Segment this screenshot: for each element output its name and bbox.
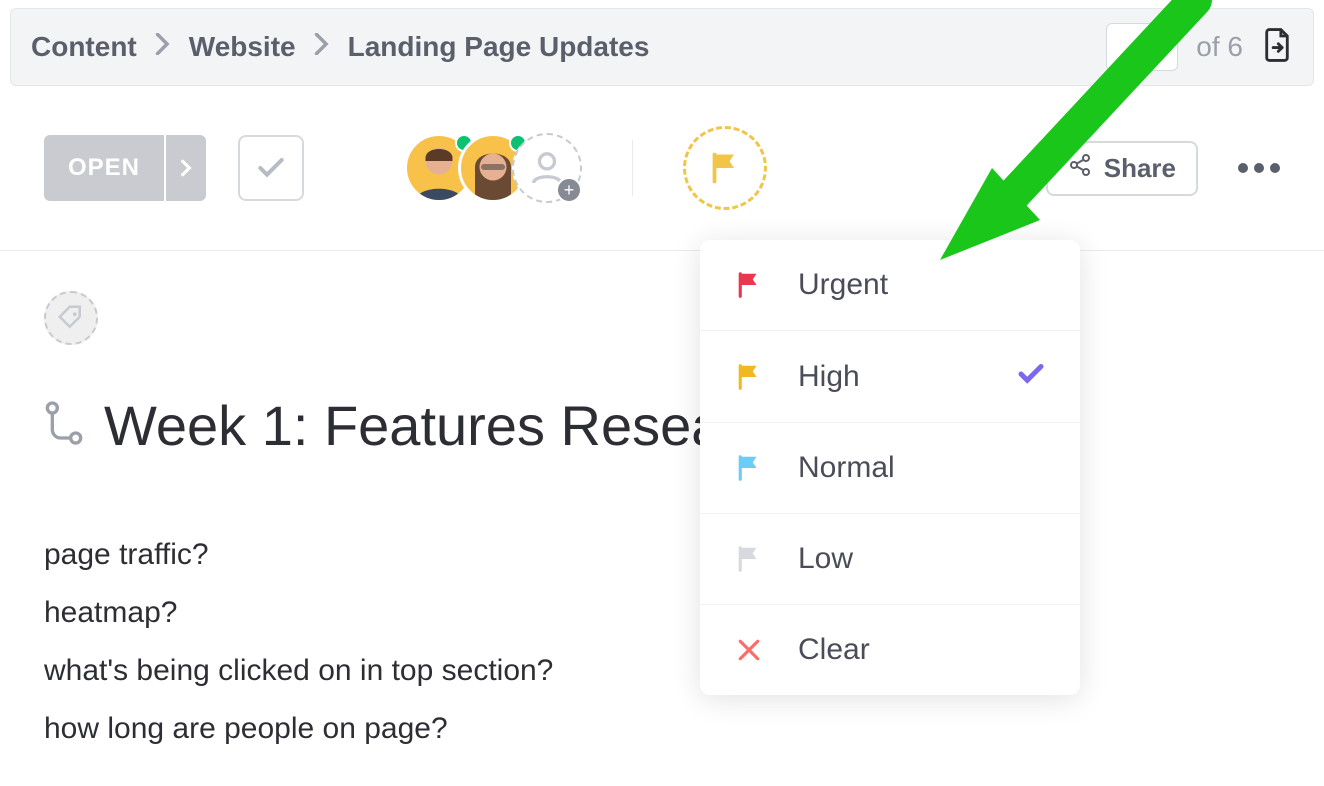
breadcrumb-bar: Content Website Landing Page Updates of …: [10, 8, 1314, 86]
document-forward-icon[interactable]: [1261, 27, 1293, 68]
priority-label: Low: [798, 542, 1046, 576]
body-line: heatmap?: [44, 596, 1280, 630]
priority-option-urgent[interactable]: Urgent: [700, 240, 1080, 331]
chevron-right-icon: [155, 33, 171, 61]
priority-option-high[interactable]: High: [700, 331, 1080, 423]
plus-icon: +: [556, 177, 582, 203]
share-button[interactable]: Share: [1046, 141, 1198, 196]
breadcrumb-item[interactable]: Content: [31, 31, 137, 63]
priority-label: Clear: [798, 633, 1046, 667]
flag-icon: [734, 270, 764, 300]
assignees: +: [404, 133, 582, 203]
subtask-icon: [44, 399, 84, 452]
priority-option-low[interactable]: Low: [700, 514, 1080, 605]
complete-task-button[interactable]: [238, 135, 304, 201]
priority-menu: Urgent High Normal Low Clear: [700, 240, 1080, 695]
body-line: what's being clicked on in top section?: [44, 654, 1280, 688]
divider: [632, 140, 633, 196]
priority-label: High: [798, 360, 1016, 394]
close-icon: [734, 635, 764, 665]
share-icon: [1068, 153, 1092, 184]
add-assignee-button[interactable]: +: [512, 133, 582, 203]
flag-icon: [734, 544, 764, 574]
task-title[interactable]: Week 1: Features Resea: [104, 393, 722, 458]
chevron-right-icon: [314, 33, 330, 61]
page-total-label: of 6: [1196, 31, 1243, 63]
priority-label: Urgent: [798, 268, 1046, 302]
page-number-input[interactable]: [1106, 23, 1178, 71]
priority-option-normal[interactable]: Normal: [700, 423, 1080, 514]
priority-option-clear[interactable]: Clear: [700, 605, 1080, 695]
task-toolbar: OPEN + Share: [0, 86, 1324, 251]
status-open-button[interactable]: OPEN: [44, 135, 164, 201]
breadcrumb-item[interactable]: Website: [189, 31, 296, 63]
priority-label: Normal: [798, 451, 1046, 485]
body-line: how long are people on page?: [44, 712, 1280, 746]
flag-icon: [734, 453, 764, 483]
status-dropdown-button[interactable]: [166, 135, 206, 201]
task-content: Week 1: Features Resea page traffic? hea…: [0, 251, 1324, 786]
breadcrumb-item[interactable]: Landing Page Updates: [348, 31, 650, 63]
flag-icon: [734, 362, 764, 392]
more-menu-button[interactable]: [1238, 163, 1280, 173]
task-description[interactable]: page traffic? heatmap? what's being clic…: [44, 538, 1280, 746]
body-line: page traffic?: [44, 538, 1280, 572]
priority-flag-button[interactable]: [683, 126, 767, 210]
selected-check-icon: [1016, 359, 1046, 394]
share-label: Share: [1104, 153, 1176, 184]
add-tag-button[interactable]: [44, 291, 98, 345]
